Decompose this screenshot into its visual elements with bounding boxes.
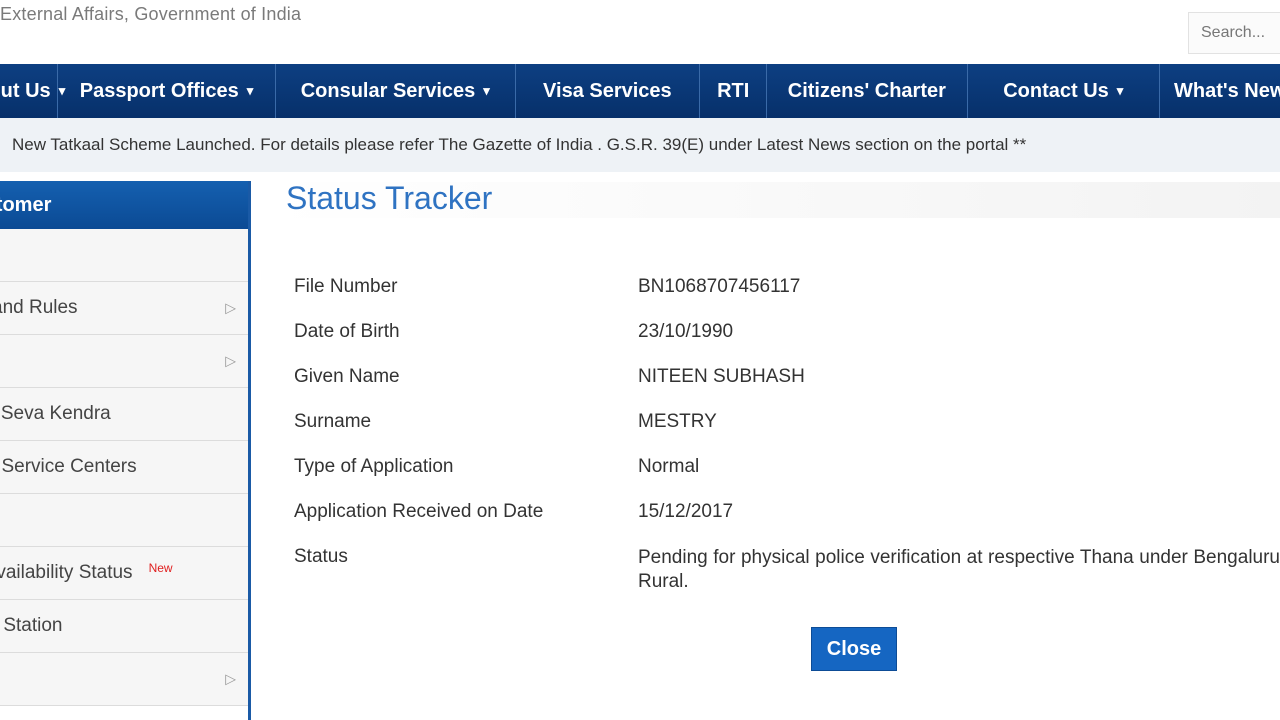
sidebar-heading: Customer xyxy=(0,181,248,229)
sidebar-item-service-centers[interactable]: ort Service Centers xyxy=(0,441,248,494)
field-label: Type of Application xyxy=(294,456,454,477)
sidebar-item[interactable] xyxy=(0,229,248,282)
caret-down-icon: ▾ xyxy=(1116,83,1124,98)
field-value: 15/12/2017 xyxy=(638,501,734,522)
close-button[interactable]: Close xyxy=(811,627,897,671)
nav-label: Consular Services xyxy=(300,79,476,102)
field-label: Application Received on Date xyxy=(294,501,544,522)
nav-passport-offices[interactable]: Passport Offices ▾ xyxy=(58,64,276,118)
new-badge: New xyxy=(148,561,173,575)
nav-label: About Us xyxy=(0,79,51,102)
nav-about-us[interactable]: About Us▾ xyxy=(0,64,65,118)
org-subtitle: External Affairs, Government of India xyxy=(0,4,302,24)
caret-down-icon: ▾ xyxy=(246,83,254,98)
sidebar-item-label: and Rules xyxy=(0,297,78,318)
sidebar-item-label: Availability Status xyxy=(0,562,133,583)
nav-label: What's New xyxy=(1173,79,1280,102)
field-value: NITEEN SUBHASH xyxy=(638,366,805,387)
site-header: External Affairs, Government of India xyxy=(0,0,1280,64)
sidebar-item-label: rt Seva Kendra xyxy=(0,403,111,424)
sidebar-menu: Customer and Rules ▷ ▷ rt Seva Kendra or… xyxy=(0,181,251,720)
sidebar-item-availability-status[interactable]: Availability Status New xyxy=(0,547,248,600)
caret-down-icon: ▾ xyxy=(483,83,490,98)
field-label: Given Name xyxy=(294,366,400,387)
news-ticker: New Tatkaal Scheme Launched. For details… xyxy=(0,118,1280,172)
field-value: MESTRY xyxy=(638,411,717,432)
page-title: Status Tracker xyxy=(286,180,493,216)
nav-label: Contact Us xyxy=(1003,79,1109,102)
field-label: Date of Birth xyxy=(294,321,400,342)
field-label: File Number xyxy=(294,276,398,297)
nav-citizens-charter[interactable]: Citizens' Charter xyxy=(767,64,968,118)
nav-whats-new[interactable]: What's New xyxy=(1160,64,1280,118)
main-nav: About Us▾ Passport Offices▾ Consular Ser… xyxy=(0,64,1280,118)
field-value: Normal xyxy=(638,456,700,477)
chevron-right-icon: ▷ xyxy=(225,352,236,369)
sidebar-item-label: ort Service Centers xyxy=(0,456,137,477)
search-input[interactable] xyxy=(1188,12,1280,54)
nav-label: RTI xyxy=(717,79,750,102)
sidebar-item-rules[interactable]: and Rules ▷ xyxy=(0,282,248,335)
field-value: BN1068707456117 xyxy=(638,276,801,297)
sidebar-item-seva-kendra[interactable]: rt Seva Kendra xyxy=(0,388,248,441)
nav-rti[interactable]: RTI xyxy=(700,64,768,118)
field-label: Status xyxy=(294,546,348,567)
nav-label: Passport Offices xyxy=(79,79,239,102)
sidebar-heading-label: Customer xyxy=(0,193,52,216)
nav-label: Citizens' Charter xyxy=(787,79,946,102)
chevron-right-icon: ▷ xyxy=(225,670,236,687)
field-label: Surname xyxy=(294,411,372,432)
field-value: 23/10/1990 xyxy=(638,321,734,342)
status-value: Pending for physical police verification… xyxy=(638,547,1280,592)
chevron-right-icon: ▷ xyxy=(225,299,236,316)
sidebar-item[interactable]: ▷ xyxy=(0,653,248,706)
sidebar-item-label: ce Station xyxy=(0,615,63,636)
sidebar-item[interactable]: ▷ xyxy=(0,335,248,388)
sidebar-item[interactable] xyxy=(0,494,248,547)
nav-contact-us[interactable]: Contact Us ▾ xyxy=(968,64,1160,118)
nav-consular-services[interactable]: Consular Services ▾ xyxy=(276,64,516,118)
sidebar-item-police-station[interactable]: ce Station xyxy=(0,600,248,653)
nav-label: Visa Services xyxy=(543,79,672,102)
nav-visa-services[interactable]: Visa Services xyxy=(516,64,701,118)
ticker-text: New Tatkaal Scheme Launched. For details… xyxy=(12,135,1027,154)
